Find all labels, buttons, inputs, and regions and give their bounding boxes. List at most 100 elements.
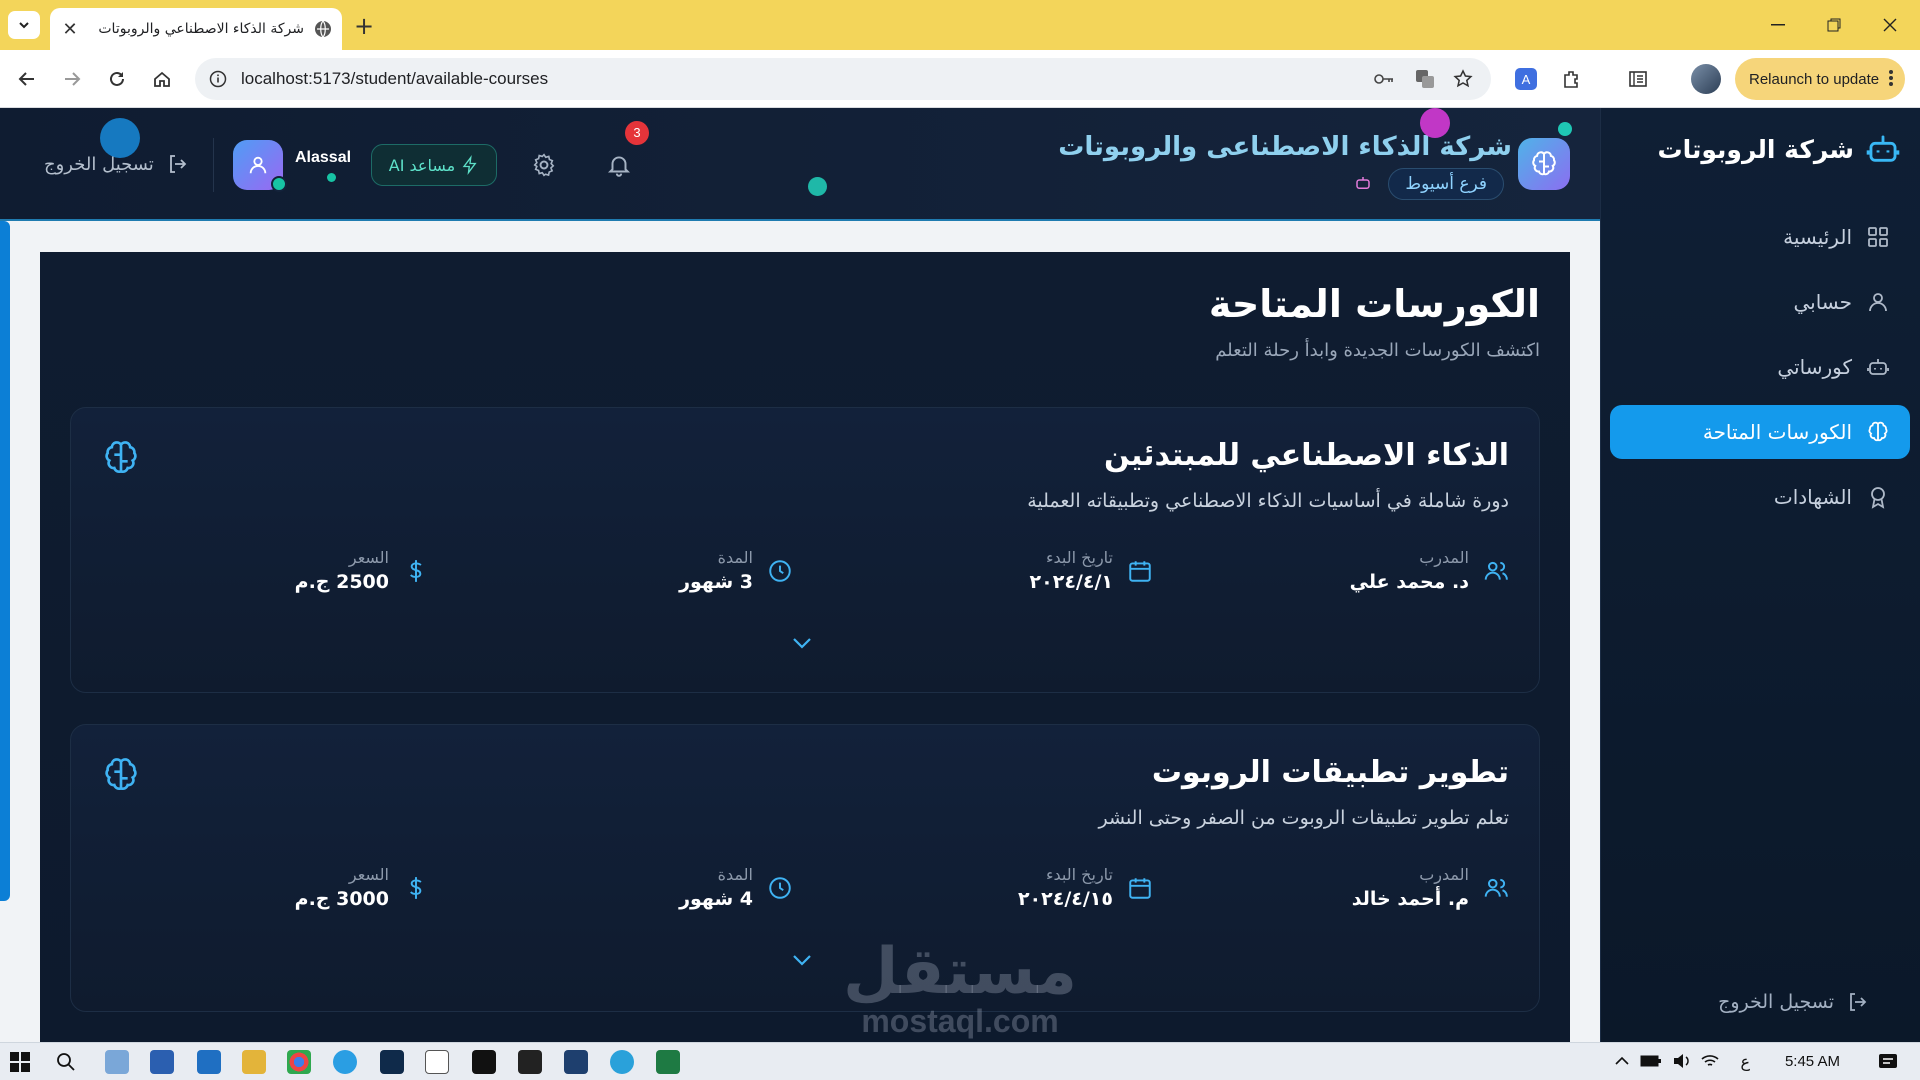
new-tab-button[interactable]: + bbox=[350, 12, 378, 40]
tray-chevron-up-icon[interactable] bbox=[1614, 1053, 1630, 1069]
browser-tab[interactable]: شركة الذكاء الاصطناعي والروبوتات ✕ bbox=[50, 8, 342, 50]
kebab-menu-icon[interactable] bbox=[1889, 69, 1893, 87]
sidebar-item-certificates[interactable]: الشهادات bbox=[1610, 470, 1910, 524]
calendar-icon bbox=[1127, 875, 1153, 901]
award-icon bbox=[1866, 485, 1890, 509]
price-value: 3000 ج.م bbox=[294, 888, 389, 910]
wifi-icon[interactable] bbox=[1700, 1053, 1720, 1069]
sidebar-logout-label: تسجيل الخروج bbox=[1718, 991, 1834, 1013]
decor-dot-pink bbox=[1420, 108, 1450, 138]
ai-assistant-button[interactable]: AI مساعد bbox=[371, 144, 497, 186]
windows-start-icon[interactable] bbox=[10, 1052, 30, 1072]
instructor-value: د. محمد علي bbox=[1349, 571, 1469, 593]
instructor-label: المدرب bbox=[1419, 865, 1469, 884]
user-avatar[interactable] bbox=[233, 140, 287, 192]
clock-icon bbox=[767, 875, 793, 901]
extension-a-icon[interactable]: A bbox=[1510, 63, 1542, 95]
relaunch-button[interactable]: Relaunch to update bbox=[1735, 58, 1905, 100]
taskbar-vscode-icon[interactable] bbox=[564, 1050, 588, 1074]
taskbar-notepad-icon[interactable] bbox=[425, 1050, 449, 1074]
duration-value: 4 شهور bbox=[679, 888, 753, 910]
course-title: تطوير تطبيقات الروبوت bbox=[1151, 755, 1509, 790]
search-icon[interactable] bbox=[56, 1052, 76, 1072]
password-key-icon[interactable] bbox=[1373, 70, 1395, 88]
watermark: مستقل mostaql.com bbox=[840, 940, 1080, 1038]
bookmark-star-icon[interactable] bbox=[1453, 69, 1473, 89]
keyboard-language[interactable]: ع bbox=[1740, 1052, 1750, 1071]
expand-chevron-icon[interactable] bbox=[791, 953, 813, 967]
extensions-puzzle-icon[interactable] bbox=[1556, 63, 1588, 95]
sidebar-logout-button[interactable]: تسجيل الخروج bbox=[1718, 990, 1870, 1014]
decor-dot-teal-2 bbox=[808, 177, 827, 196]
sidebar-item-my-courses[interactable]: كورساتي bbox=[1610, 340, 1910, 394]
clock-icon bbox=[767, 558, 793, 584]
reading-list-icon[interactable] bbox=[1622, 63, 1654, 95]
taskbar-excel-icon[interactable] bbox=[656, 1050, 680, 1074]
price-label: السعر bbox=[348, 548, 389, 567]
logout-icon bbox=[166, 152, 190, 176]
taskbar-store-icon[interactable] bbox=[150, 1050, 174, 1074]
home-button[interactable] bbox=[146, 63, 178, 95]
duration-label: المدة bbox=[717, 548, 753, 567]
page-subtitle: اكتشف الكورسات الجديدة وابدأ رحلة التعلم bbox=[1215, 340, 1540, 361]
course-description: تعلم تطوير تطبيقات الروبوت من الصفر وحتى… bbox=[1098, 807, 1509, 829]
restore-button[interactable] bbox=[1806, 10, 1862, 40]
tab-search-button[interactable] bbox=[8, 11, 40, 39]
app-header: شركة الذكاء الاصطناعى والروبوتات فرع أسي… bbox=[0, 108, 1600, 221]
tab-title: شركة الذكاء الاصطناعي والروبوتات bbox=[98, 21, 304, 37]
header-logout-button[interactable]: تسجيل الخروج bbox=[44, 152, 190, 176]
forward-button[interactable] bbox=[56, 63, 88, 95]
start-date-value: ٢٠٢٤/٤/١ bbox=[1029, 571, 1113, 593]
globe-icon bbox=[314, 20, 332, 38]
course-card[interactable]: الذكاء الاصطناعي للمبتدئين دورة شاملة في… bbox=[70, 407, 1540, 693]
price-value: 2500 ج.م bbox=[294, 571, 389, 593]
site-info-icon[interactable] bbox=[209, 70, 227, 88]
watermark-latin: mostaql.com bbox=[861, 1003, 1059, 1039]
profile-avatar[interactable] bbox=[1691, 64, 1721, 94]
scrollbar[interactable] bbox=[0, 221, 10, 901]
taskbar-photoshop-icon[interactable] bbox=[380, 1050, 404, 1074]
back-button[interactable] bbox=[11, 63, 43, 95]
course-title: الذكاء الاصطناعي للمبتدئين bbox=[1104, 438, 1509, 473]
ai-assistant-label: AI مساعد bbox=[388, 155, 456, 175]
taskbar-app-icon[interactable] bbox=[105, 1050, 129, 1074]
course-price: السعر 2500 ج.م bbox=[295, 548, 429, 593]
taskbar-mail-icon[interactable] bbox=[197, 1050, 221, 1074]
course-instructor: المدرب م. أحمد خالد bbox=[1352, 865, 1509, 910]
address-bar[interactable]: localhost:5173/student/available-courses bbox=[195, 58, 1491, 100]
taskbar-edge-icon[interactable] bbox=[333, 1050, 357, 1074]
notifications-icon[interactable] bbox=[1878, 1052, 1898, 1072]
start-date-label: تاريخ البدء bbox=[1046, 548, 1113, 567]
online-indicator bbox=[327, 172, 336, 182]
sidebar-item-account[interactable]: حسابي bbox=[1610, 275, 1910, 329]
course-card[interactable]: تطوير تطبيقات الروبوت تعلم تطوير تطبيقات… bbox=[70, 724, 1540, 1012]
course-description: دورة شاملة في أساسيات الذكاء الاصطناعي و… bbox=[1027, 490, 1509, 512]
translate-icon[interactable] bbox=[1415, 69, 1435, 89]
user-profile[interactable]: Alassal bbox=[233, 140, 351, 192]
instructor-label: المدرب bbox=[1419, 548, 1469, 567]
decor-dot-teal bbox=[1558, 122, 1572, 136]
gear-icon[interactable] bbox=[531, 152, 557, 178]
minimize-button[interactable] bbox=[1750, 10, 1806, 40]
taskbar-terminal-icon[interactable] bbox=[472, 1050, 496, 1074]
close-window-button[interactable] bbox=[1862, 10, 1918, 40]
sidebar-item-available-courses[interactable]: الكورسات المتاحة bbox=[1610, 405, 1910, 459]
notification-badge: 3 bbox=[625, 121, 649, 145]
branch-badge: فرع أسيوط bbox=[1388, 168, 1504, 200]
company-title: شركة الذكاء الاصطناعى والروبوتات bbox=[1058, 132, 1512, 162]
taskbar-telegram-icon[interactable] bbox=[610, 1050, 634, 1074]
sidebar-item-label: كورساتي bbox=[1777, 355, 1852, 379]
clock-time[interactable]: 5:45 AM bbox=[1785, 1053, 1840, 1070]
svg-text:A: A bbox=[1522, 72, 1531, 87]
battery-icon[interactable] bbox=[1640, 1053, 1662, 1069]
taskbar-app2-icon[interactable] bbox=[518, 1050, 542, 1074]
expand-chevron-icon[interactable] bbox=[791, 636, 813, 650]
taskbar-chrome-icon[interactable] bbox=[287, 1050, 311, 1074]
close-tab-icon[interactable]: ✕ bbox=[60, 19, 80, 40]
taskbar-folder-icon[interactable] bbox=[242, 1050, 266, 1074]
volume-icon[interactable] bbox=[1672, 1053, 1692, 1069]
reload-button[interactable] bbox=[101, 63, 133, 95]
relaunch-label: Relaunch to update bbox=[1749, 70, 1880, 88]
sidebar-item-home[interactable]: الرئيسية bbox=[1610, 210, 1910, 264]
bell-icon[interactable] bbox=[606, 152, 632, 178]
